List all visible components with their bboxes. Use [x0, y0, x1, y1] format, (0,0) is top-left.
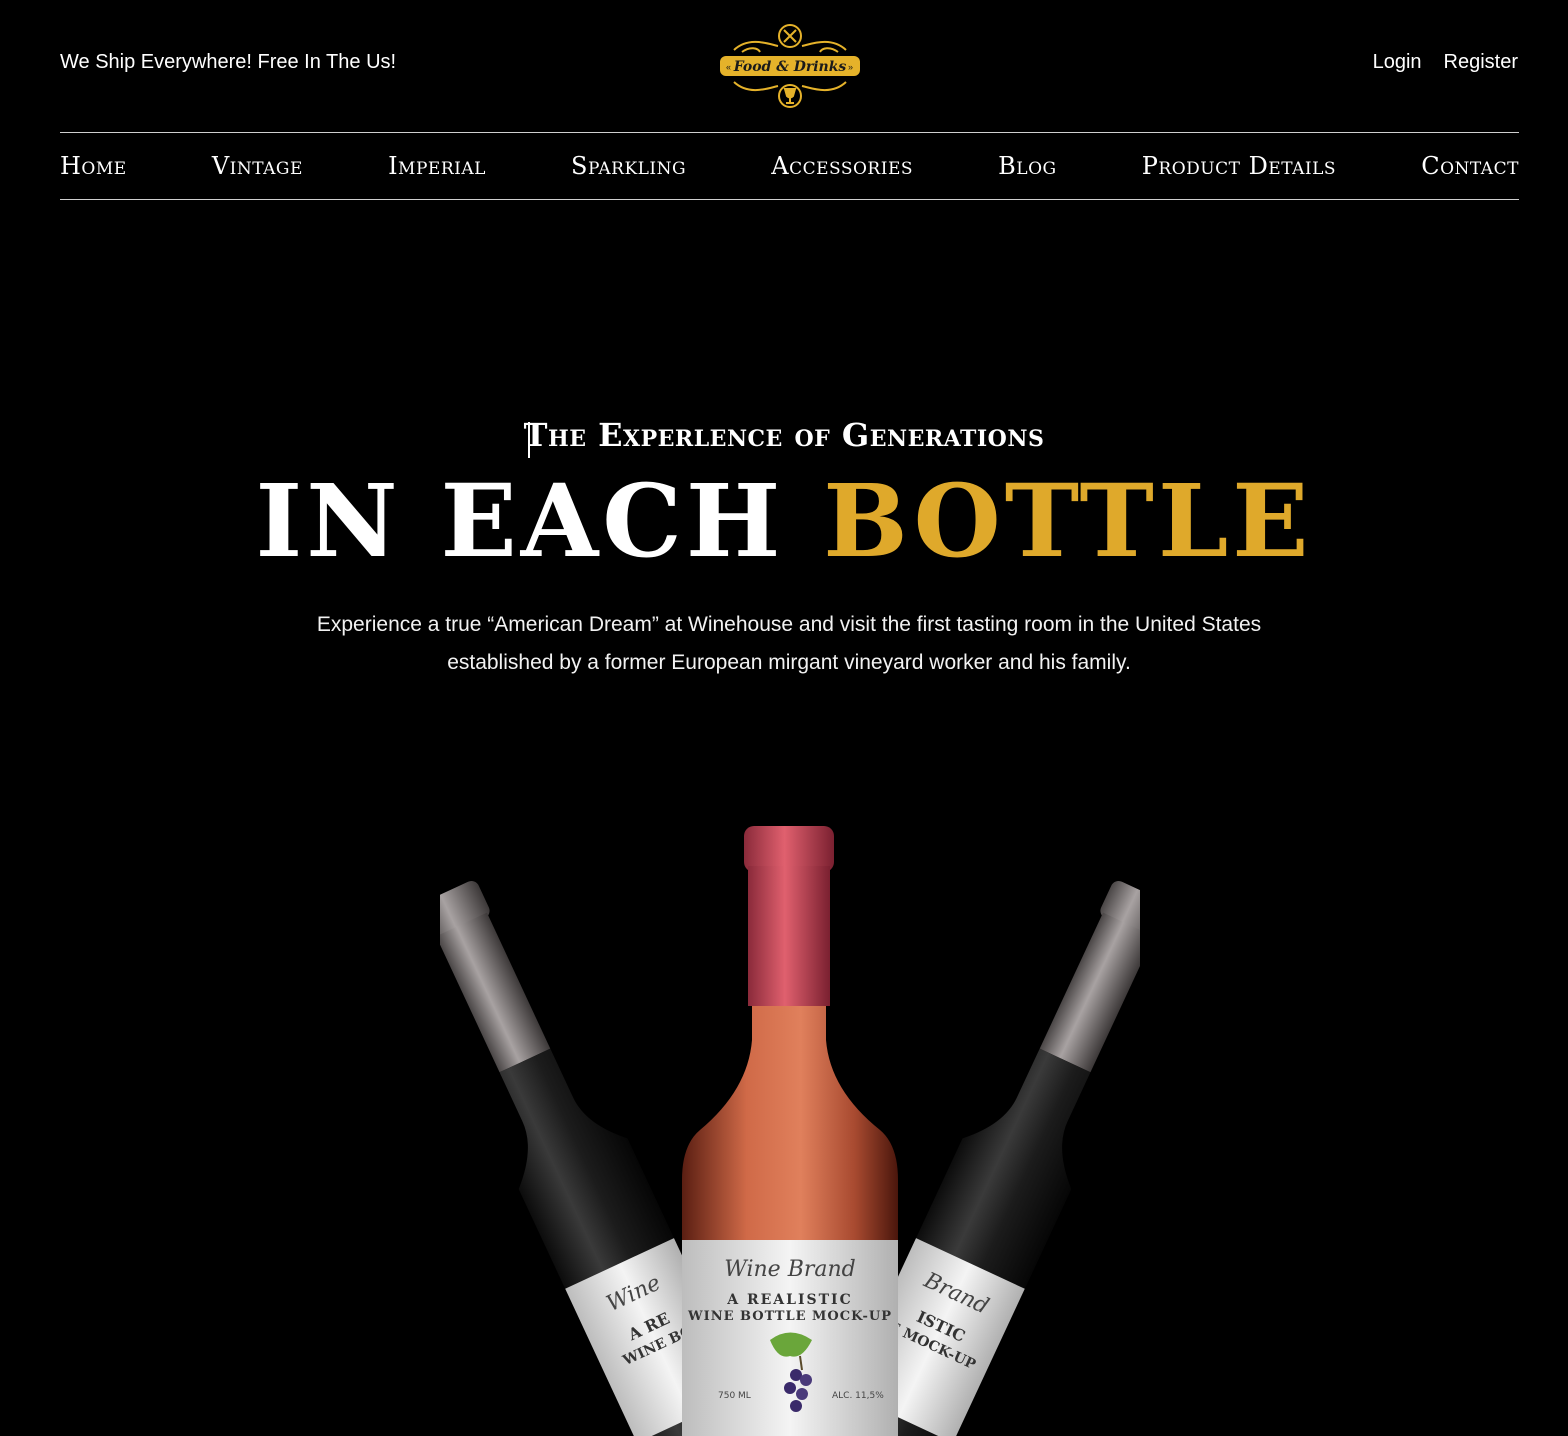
center-label-line2: WINE BOTTLE MOCK-UP [687, 1309, 892, 1324]
headline-gold-part: BOTTLE [823, 462, 1313, 580]
top-bar: We Ship Everywhere! Free In The Us! Food… [0, 0, 1568, 132]
svg-text:»: » [848, 62, 853, 72]
hero-headline: IN EACH BOTTLE [0, 466, 1568, 576]
center-bottle: Wine Brand A REALISTIC WINE BOTTLE MOCK-… [682, 826, 898, 1436]
nav-item-imperial[interactable]: Imperial [388, 152, 486, 180]
login-link[interactable]: Login [1373, 51, 1422, 74]
register-link[interactable]: Register [1444, 51, 1518, 74]
center-label-brand: Wine Brand [724, 1257, 856, 1282]
logo-text: Food & Drinks [733, 59, 847, 75]
main-nav: Home Vintage Imperial Sparkling Accessor… [60, 132, 1519, 200]
shipping-notice: We Ship Everywhere! Free In The Us! [60, 51, 397, 73]
nav-item-product-details[interactable]: Product Details [1142, 152, 1336, 180]
nav-item-home[interactable]: Home [60, 152, 127, 180]
nav-item-vintage[interactable]: Vintage [212, 152, 303, 180]
center-label-alc: ALC. 11,5% [832, 1391, 884, 1401]
nav-item-sparkling[interactable]: Sparkling [571, 152, 686, 180]
center-label-line1: A REALISTIC [726, 1292, 853, 1308]
auth-links: Login Register [1373, 51, 1518, 74]
hero-subtitle: The Experlence of Generations [523, 416, 1045, 454]
headline-white-part: IN EACH [255, 462, 824, 580]
nav-item-accessories[interactable]: Accessories [771, 152, 913, 180]
svg-text:«: « [726, 62, 731, 72]
wine-bottles-image: Wine A RE WINE BO Brand ISTIC E MOCK-UP [419, 800, 1171, 1436]
hero-description: Experience a true “American Dream” at Wi… [316, 613, 1262, 674]
brand-logo[interactable]: Food & Drinks « » [714, 22, 866, 110]
nav-item-blog[interactable]: Blog [998, 152, 1056, 180]
wine-glass-icon [778, 84, 802, 108]
nav-item-contact[interactable]: Contact [1421, 152, 1519, 180]
fork-knife-icon [778, 24, 802, 48]
center-label-volume: 750 ML [718, 1391, 751, 1401]
page: We Ship Everywhere! Free In The Us! Food… [0, 0, 1568, 1436]
